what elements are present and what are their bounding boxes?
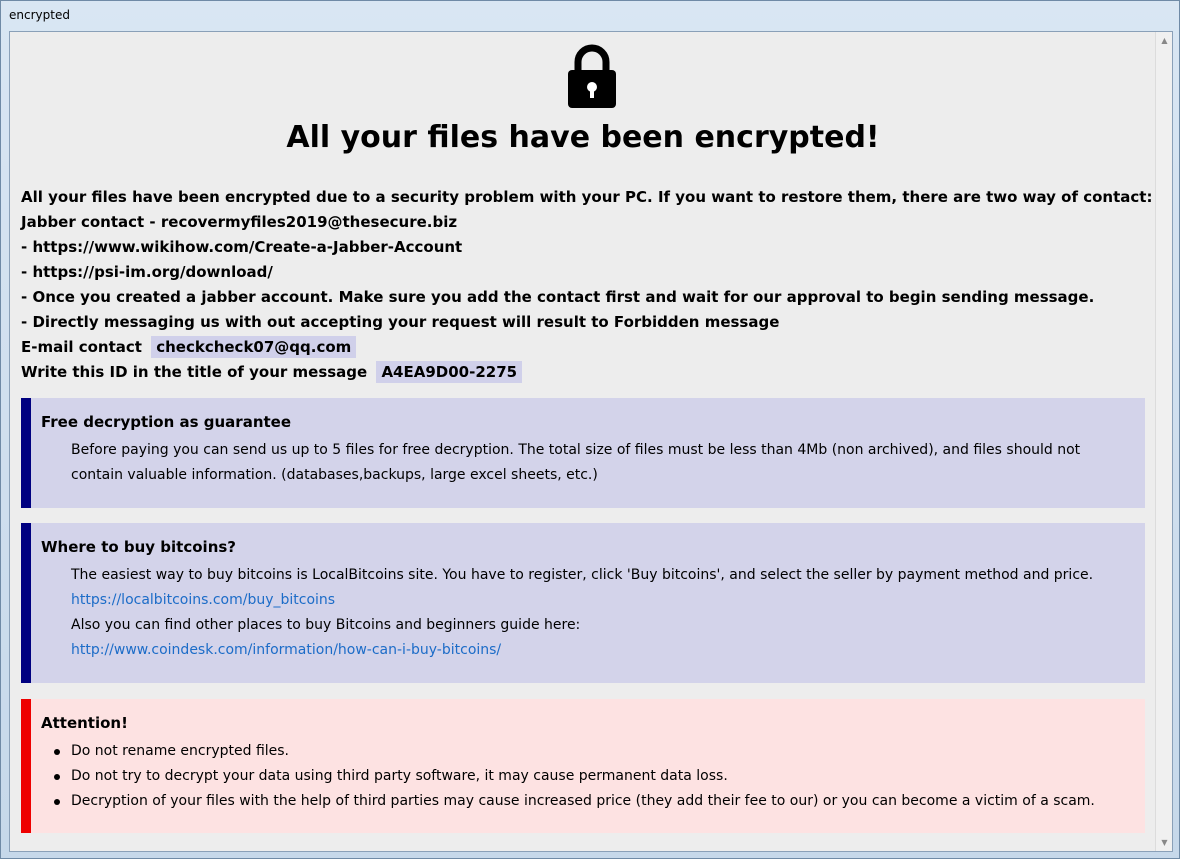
buy-bitcoins-paragraph: The easiest way to buy bitcoins is Local… (71, 567, 1094, 583)
jabber-approval-line: - Once you created a jabber account. Mak… (21, 288, 1095, 306)
attention-item: Do not try to decrypt your data using th… (41, 764, 1135, 789)
message-panel: All your files have been encrypted! All … (9, 31, 1173, 852)
forbidden-warning-line: - Directly messaging us with out accepti… (21, 313, 780, 331)
coindesk-link[interactable]: http://www.coindesk.com/information/how-… (71, 642, 501, 658)
attention-item: Do not rename encrypted files. (41, 739, 1135, 764)
lock-icon (565, 42, 619, 110)
free-decryption-title: Free decryption as guarantee (41, 413, 292, 431)
victim-id[interactable]: A4EA9D00-2275 (376, 361, 523, 383)
vertical-scrollbar[interactable]: ▲ ▼ (1155, 32, 1172, 851)
attention-box: Attention! Do not rename encrypted files… (21, 699, 1145, 833)
attention-title: Attention! (41, 714, 128, 732)
other-places-paragraph: Also you can find other places to buy Bi… (71, 617, 581, 633)
bullet-icon (54, 799, 60, 805)
intro-line: All your files have been encrypted due t… (21, 188, 1153, 206)
free-decryption-box: Free decryption as guarantee Before payi… (21, 398, 1145, 508)
localbitcoins-link[interactable]: https://localbitcoins.com/buy_bitcoins (71, 592, 335, 608)
email-contact-line: E-mail contact checkcheck07@qq.com (21, 335, 1145, 360)
scroll-down-icon[interactable]: ▼ (1156, 834, 1172, 851)
email-label: E-mail contact (21, 338, 142, 356)
page-title: All your files have been encrypted! (286, 120, 880, 155)
bullet-icon (54, 749, 60, 755)
contact-instructions: All your files have been encrypted due t… (21, 185, 1153, 385)
buy-bitcoins-text: The easiest way to buy bitcoins is Local… (41, 563, 1135, 663)
scroll-up-icon[interactable]: ▲ (1156, 32, 1172, 49)
buy-bitcoins-title: Where to buy bitcoins? (41, 538, 236, 556)
window-frame: encrypted All your files have been encry… (0, 0, 1180, 859)
psi-download-line: - https://psi-im.org/download/ (21, 263, 273, 281)
jabber-contact-line: Jabber contact - recovermyfiles2019@thes… (21, 213, 458, 231)
attention-list: Do not rename encrypted files. Do not tr… (41, 739, 1135, 814)
attention-item: Decryption of your files with the help o… (41, 789, 1135, 814)
bullet-icon (54, 774, 60, 780)
window-title: encrypted (9, 8, 70, 22)
wikihow-line: - https://www.wikihow.com/Create-a-Jabbe… (21, 238, 463, 256)
free-decryption-text: Before paying you can send us up to 5 fi… (71, 442, 1081, 483)
id-line: Write this ID in the title of your messa… (21, 360, 1145, 385)
email-value[interactable]: checkcheck07@qq.com (151, 336, 357, 358)
id-label: Write this ID in the title of your messa… (21, 363, 368, 381)
buy-bitcoins-box: Where to buy bitcoins? The easiest way t… (21, 523, 1145, 683)
